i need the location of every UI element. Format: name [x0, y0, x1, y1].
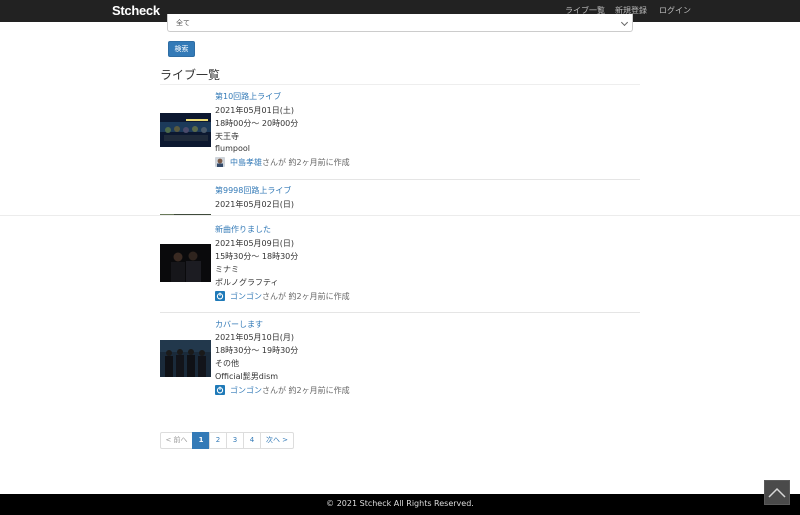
created-meta: さんが 約2ヶ月前に作成 [262, 292, 350, 301]
category-select-value: 全て [176, 19, 190, 27]
copyright-text: © 2021 Stcheck All Rights Reserved. [326, 499, 474, 508]
live-created-by: 中島孝雄さんが 約2ヶ月前に作成 [215, 157, 350, 168]
live-artist: ポルノグラフティ [215, 278, 279, 287]
page-title: ライブ一覧 [160, 68, 221, 82]
avatar [215, 291, 225, 301]
created-meta: さんが 約2ヶ月前に作成 [262, 386, 350, 395]
live-place: その他 [215, 359, 239, 368]
author-link[interactable]: ゴンゴン [230, 386, 262, 395]
live-thumbnail[interactable] [160, 207, 211, 215]
live-date: 2021年05月10日(月) [215, 333, 294, 342]
live-thumbnail[interactable] [160, 113, 211, 147]
brand-logo[interactable]: Stcheck [112, 3, 160, 18]
live-thumbnail[interactable] [160, 340, 211, 377]
list-divider [160, 312, 640, 313]
live-time: 15時30分〜 18時30分 [215, 252, 299, 261]
live-date: 2021年05月02日(日) [215, 200, 294, 209]
live-time: 18時30分〜 19時30分 [215, 346, 299, 355]
category-select[interactable]: 全て [167, 14, 633, 32]
pagination-page-3[interactable]: 3 [226, 432, 244, 449]
author-link[interactable]: 中島孝雄 [230, 158, 262, 167]
pagination-page-2[interactable]: 2 [209, 432, 227, 449]
live-thumbnail[interactable] [160, 244, 211, 282]
pagination-page-4[interactable]: 4 [243, 432, 261, 449]
live-created-by: ゴンゴンさんが 約2ヶ月前に作成 [215, 385, 350, 396]
chevron-up-icon [768, 487, 786, 498]
live-artist: flumpool [215, 144, 250, 153]
footer: © 2021 Stcheck All Rights Reserved. [0, 494, 800, 515]
pagination-prev[interactable]: < 前へ [160, 432, 193, 449]
live-title-link[interactable]: 第9998回路上ライブ [215, 185, 291, 196]
live-place: ミナミ [215, 265, 239, 274]
live-date: 2021年05月09日(日) [215, 239, 294, 248]
title-divider [160, 84, 640, 85]
search-button[interactable]: 検索 [168, 41, 195, 57]
live-created-by: ゴンゴンさんが 約2ヶ月前に作成 [215, 291, 350, 302]
author-link[interactable]: ゴンゴン [230, 292, 262, 301]
chevron-down-icon [620, 18, 629, 27]
list-divider [160, 179, 640, 180]
live-date: 2021年05月01日(土) [215, 106, 294, 115]
pagination-next[interactable]: 次へ > [260, 432, 294, 449]
live-title-link[interactable]: 第10回路上ライブ [215, 91, 281, 102]
back-to-top-button[interactable] [764, 480, 790, 505]
avatar [215, 385, 225, 395]
avatar [215, 157, 225, 167]
live-place: 天王寺 [215, 132, 239, 141]
pagination: < 前へ 1 2 3 4 次へ > [160, 432, 294, 449]
live-title-link[interactable]: 新曲作りました [215, 224, 271, 235]
clip-boundary [0, 215, 800, 218]
pagination-page-1[interactable]: 1 [192, 432, 210, 449]
created-meta: さんが 約2ヶ月前に作成 [262, 158, 350, 167]
nav-login[interactable]: ログイン [659, 5, 691, 16]
live-time: 18時00分〜 20時00分 [215, 119, 299, 128]
live-artist: Official髭男dism [215, 372, 279, 381]
live-title-link[interactable]: カバーします [215, 319, 263, 330]
